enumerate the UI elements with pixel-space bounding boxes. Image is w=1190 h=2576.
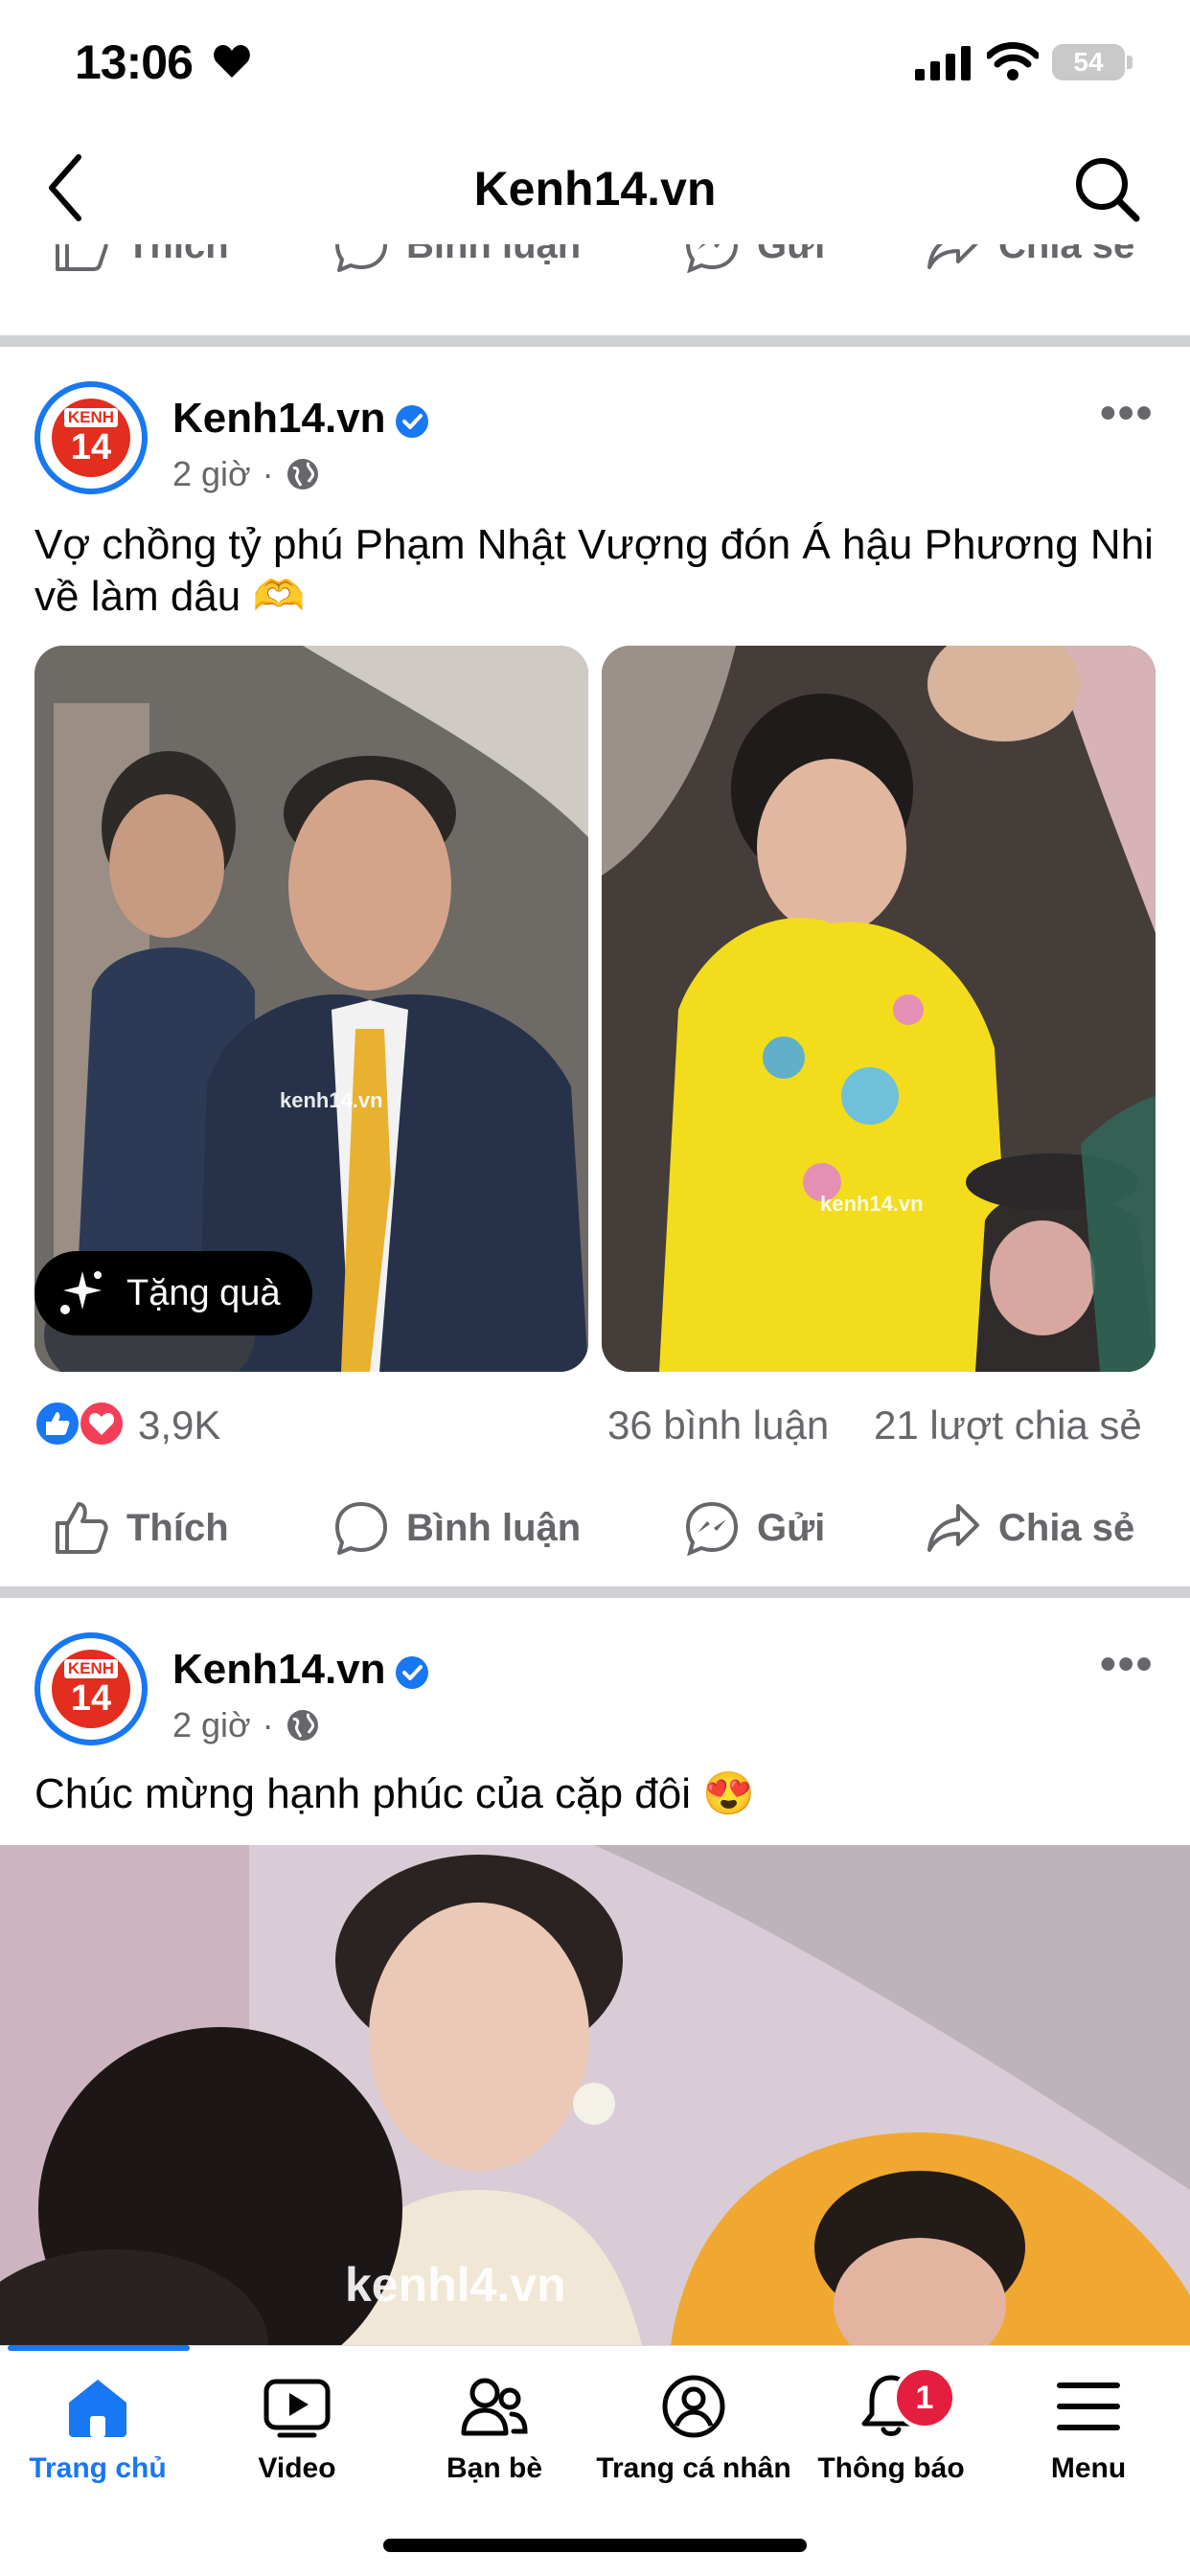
avatar-logo-top: KENH (63, 407, 119, 427)
send-label: Gửi (757, 1506, 826, 1549)
share-count[interactable]: 21 lượt chia sẻ (874, 1402, 1142, 1448)
nav-friends[interactable]: Bạn bè (399, 2374, 590, 2485)
nav-home[interactable]: Trang chủ (2, 2374, 194, 2485)
post-time: 2 giờ (172, 1705, 251, 1744)
signal-icon (915, 46, 971, 80)
previous-post-actions: Thích Bình luận Gửi Chia sẻ (0, 244, 1190, 302)
reaction-count[interactable]: 3,9K (138, 1402, 220, 1448)
comment-button[interactable]: Bình luận (333, 1500, 581, 1556)
messenger-icon (685, 244, 739, 273)
battery-indicator: 54 (1052, 44, 1125, 80)
post-time: 2 giờ (172, 454, 251, 493)
messenger-icon (685, 1501, 739, 1556)
post-text: Chúc mừng hạnh phúc của cặp đôi 😍 (34, 1770, 756, 1817)
share-label: Chia sẻ (998, 1506, 1135, 1549)
avatar-logo-top: KENH (63, 1658, 119, 1678)
globe-icon (286, 459, 318, 490)
wifi-icon (987, 42, 1039, 80)
active-tab-indicator (8, 2345, 190, 2351)
notification-badge: 1 (893, 2366, 956, 2429)
share-icon (927, 1504, 979, 1552)
like-button[interactable]: Thích (54, 244, 229, 273)
share-button[interactable]: Chia sẻ (926, 244, 1134, 273)
like-label: Thích (126, 244, 229, 266)
heart-icon (214, 45, 250, 78)
photo-woman-illustration (602, 646, 1156, 1372)
photo-watermark: kenh14.vn (820, 1192, 924, 1216)
nav-menu-label: Menu (1050, 2452, 1127, 2484)
status-time: 13:06 (75, 35, 194, 89)
love-reaction-icon (79, 1401, 125, 1447)
gift-button[interactable]: Tặng quà (34, 1251, 312, 1335)
search-icon[interactable] (1073, 155, 1142, 224)
post-meta: 2 giờ · (172, 1705, 320, 1745)
gift-sparkle-icon (60, 1271, 102, 1314)
page-avatar[interactable]: KENH 14 (34, 1632, 148, 1745)
post-text: Vợ chồng tỷ phú Phạm Nhật Vượng đón Á hậ… (34, 521, 1154, 620)
gift-label: Tặng quà (126, 1272, 281, 1313)
verified-badge-icon (396, 405, 428, 438)
post-photo[interactable]: kenh14.vn (602, 646, 1156, 1372)
reaction-icons[interactable] (34, 1401, 125, 1448)
meta-dot: · (262, 454, 274, 493)
page-name[interactable]: Kenh14.vn (172, 1646, 386, 1694)
send-label: Gửi (757, 244, 826, 266)
menu-icon (1057, 2382, 1120, 2430)
nav-profile-label: Trang cá nhân (596, 2452, 791, 2484)
nav-home-label: Trang chủ (29, 2452, 167, 2484)
send-button[interactable]: Gửi (684, 1500, 825, 1556)
comment-icon (335, 244, 387, 272)
share-label: Chia sẻ (998, 244, 1135, 266)
post-video[interactable]: kenhl4.vn (0, 1845, 1190, 2345)
share-button[interactable]: Chia sẻ (926, 1500, 1134, 1556)
profile-icon (662, 2375, 725, 2438)
like-reaction-icon (34, 1401, 80, 1447)
nav-notifications-label: Thông báo (817, 2452, 965, 2484)
globe-icon (286, 1710, 318, 1741)
photo-watermark: kenh14.vn (280, 1088, 383, 1112)
thumbs-up-icon (56, 1502, 108, 1554)
share-icon (927, 244, 978, 269)
avatar-logo-bottom: 14 (70, 426, 112, 467)
like-button[interactable]: Thích (54, 1500, 229, 1556)
comment-button[interactable]: Bình luận (333, 244, 581, 273)
nav-video[interactable]: Video (201, 2374, 393, 2485)
nav-profile[interactable]: Trang cá nhân (596, 2374, 791, 2485)
more-options-icon[interactable]: ••• (1100, 1638, 1154, 1691)
nav-notifications[interactable]: Thông báo (795, 2374, 987, 2485)
video-couple-illustration (0, 1845, 1190, 2345)
comment-label: Bình luận (406, 1506, 582, 1549)
send-button[interactable]: Gửi (684, 244, 825, 273)
comment-label: Bình luận (406, 244, 582, 266)
battery-tip (1127, 56, 1133, 69)
battery-level: 54 (1073, 47, 1104, 77)
nav-video-label: Video (258, 2452, 336, 2484)
meta-dot: · (262, 1705, 274, 1744)
nav-friends-label: Bạn bè (446, 2452, 543, 2484)
page-name[interactable]: Kenh14.vn (172, 395, 386, 443)
more-options-icon[interactable]: ••• (1100, 387, 1154, 440)
home-icon (69, 2380, 126, 2437)
nav-menu[interactable]: Menu (993, 2374, 1184, 2485)
avatar-logo-bottom: 14 (70, 1677, 112, 1719)
feed-separator (0, 1586, 1190, 1598)
comment-count[interactable]: 36 bình luận (607, 1402, 829, 1448)
verified-badge-icon (396, 1656, 428, 1689)
home-indicator (383, 2539, 807, 2552)
video-watermark: kenhl4.vn (345, 2258, 566, 2312)
video-icon (263, 2379, 331, 2438)
like-label: Thích (126, 1506, 229, 1549)
post-meta: 2 giờ · (172, 454, 320, 494)
feed-separator (0, 335, 1190, 347)
header-title: Kenh14.vn (473, 162, 717, 216)
friends-icon (461, 2378, 528, 2436)
thumbs-up-icon (56, 244, 108, 271)
comment-icon (335, 1502, 387, 1555)
page-avatar[interactable]: KENH 14 (34, 381, 148, 494)
